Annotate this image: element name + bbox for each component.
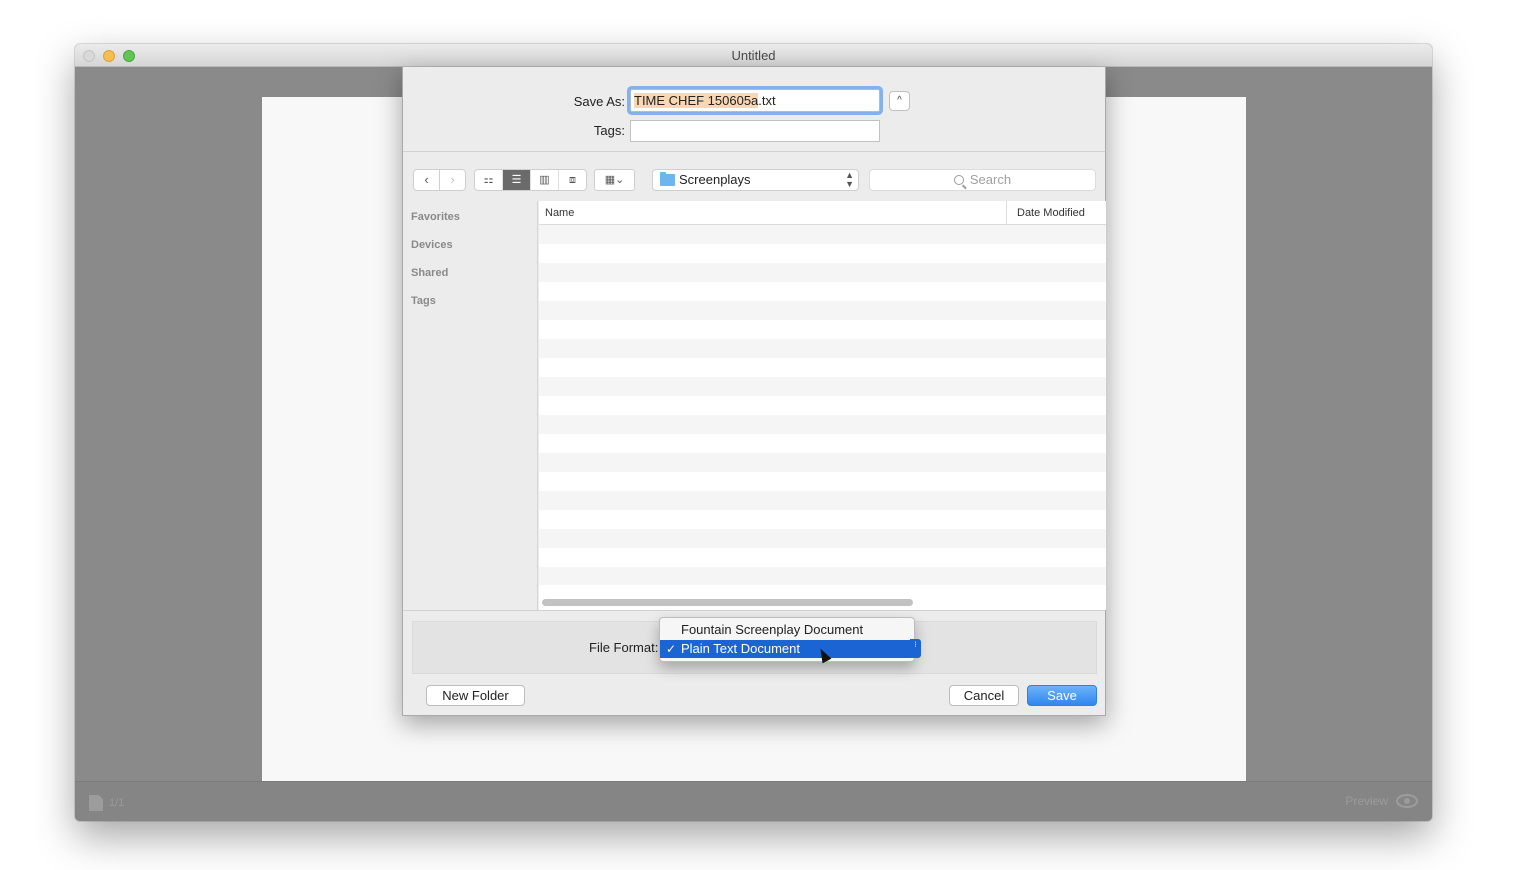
save-button[interactable]: Save <box>1027 685 1097 706</box>
new-folder-button[interactable]: New Folder <box>426 685 525 706</box>
save-dialog: Save As: TIME CHEF 150605a.txt ^ Tags: ‹… <box>402 67 1106 716</box>
preview-toggle[interactable]: Preview <box>1345 794 1418 808</box>
dialog-divider <box>403 151 1105 152</box>
column-header-date-modified[interactable]: Date Modified <box>1006 201 1106 224</box>
coverflow-view-icon[interactable]: ⧈ <box>559 170 586 190</box>
document-icon <box>89 795 103 811</box>
zoom-window-button[interactable] <box>123 50 135 62</box>
file-format-label: File Format: <box>589 640 659 655</box>
column-view-icon[interactable]: ▥ <box>531 170 559 190</box>
file-list-rows <box>539 225 1106 585</box>
file-list-header: Name Date Modified <box>539 201 1106 225</box>
forward-button[interactable]: › <box>439 169 466 191</box>
page-counter: 1/1 <box>89 795 124 811</box>
window-titlebar[interactable]: Untitled <box>75 44 1432 67</box>
search-placeholder: Search <box>969 172 1012 187</box>
icon-view-icon[interactable]: ⚏ <box>475 170 503 190</box>
sidebar: Favorites Devices Shared Tags <box>403 201 538 610</box>
updown-chevron-icon: ▲ ▼ <box>845 170 854 189</box>
close-window-button[interactable] <box>83 50 95 62</box>
save-as-input[interactable]: TIME CHEF 150605a.txt <box>630 89 880 112</box>
column-header-name[interactable]: Name <box>545 207 574 219</box>
list-view-icon[interactable]: ☰ <box>503 170 531 190</box>
sidebar-item-favorites[interactable]: Favorites <box>411 211 460 223</box>
horizontal-scrollbar[interactable] <box>542 599 913 606</box>
sidebar-item-devices[interactable]: Devices <box>411 239 453 251</box>
minimize-window-button[interactable] <box>103 50 115 62</box>
cancel-button[interactable]: Cancel <box>949 685 1019 706</box>
menu-item-plain-text[interactable]: ✓ Plain Text Document <box>660 640 914 658</box>
arrange-icon: ▦⌄ <box>604 174 625 186</box>
updown-chevron-icon: ⁝ <box>910 639 921 658</box>
tags-label: Tags: <box>593 123 625 138</box>
chevron-left-icon: ‹ <box>424 172 429 187</box>
chevron-right-icon: › <box>450 172 455 187</box>
save-as-label: Save As: <box>573 94 625 109</box>
chevron-up-icon: ^ <box>897 95 902 106</box>
filename-extension: .txt <box>758 93 776 108</box>
menu-item-fountain-screenplay[interactable]: Fountain Screenplay Document <box>660 621 914 639</box>
eye-icon <box>1396 794 1418 808</box>
sidebar-item-tags[interactable]: Tags <box>411 295 436 307</box>
window-title: Untitled <box>731 48 776 63</box>
dialog-divider-bottom <box>403 610 1105 611</box>
checkmark-icon: ✓ <box>666 642 677 656</box>
menu-item-label: Plain Text Document <box>681 641 800 656</box>
view-mode-segmented-control[interactable]: ⚏ ☰ ▥ ⧈ <box>474 169 587 191</box>
search-icon <box>953 175 964 185</box>
folder-icon <box>660 172 675 186</box>
preview-label: Preview <box>1345 794 1388 808</box>
filename-selected-text: TIME CHEF 150605a <box>634 93 759 108</box>
back-button[interactable]: ‹ <box>413 169 440 191</box>
arrange-button[interactable]: ▦⌄ <box>594 169 635 191</box>
location-label: Screenplays <box>679 172 751 187</box>
bottom-status-bar: 1/1 Preview <box>75 781 1432 821</box>
location-popup[interactable]: Screenplays ▲ ▼ <box>652 169 859 191</box>
menu-item-label: Fountain Screenplay Document <box>681 622 864 637</box>
tags-input[interactable] <box>630 120 880 142</box>
file-list[interactable]: Name Date Modified <box>539 201 1106 610</box>
collapse-dialog-button[interactable]: ^ <box>889 91 910 111</box>
search-input[interactable]: Search <box>869 169 1096 191</box>
sidebar-item-shared[interactable]: Shared <box>411 267 448 279</box>
file-format-menu[interactable]: Fountain Screenplay Document ✓ Plain Tex… <box>659 617 915 662</box>
page-counter-text: 1/1 <box>109 797 125 809</box>
